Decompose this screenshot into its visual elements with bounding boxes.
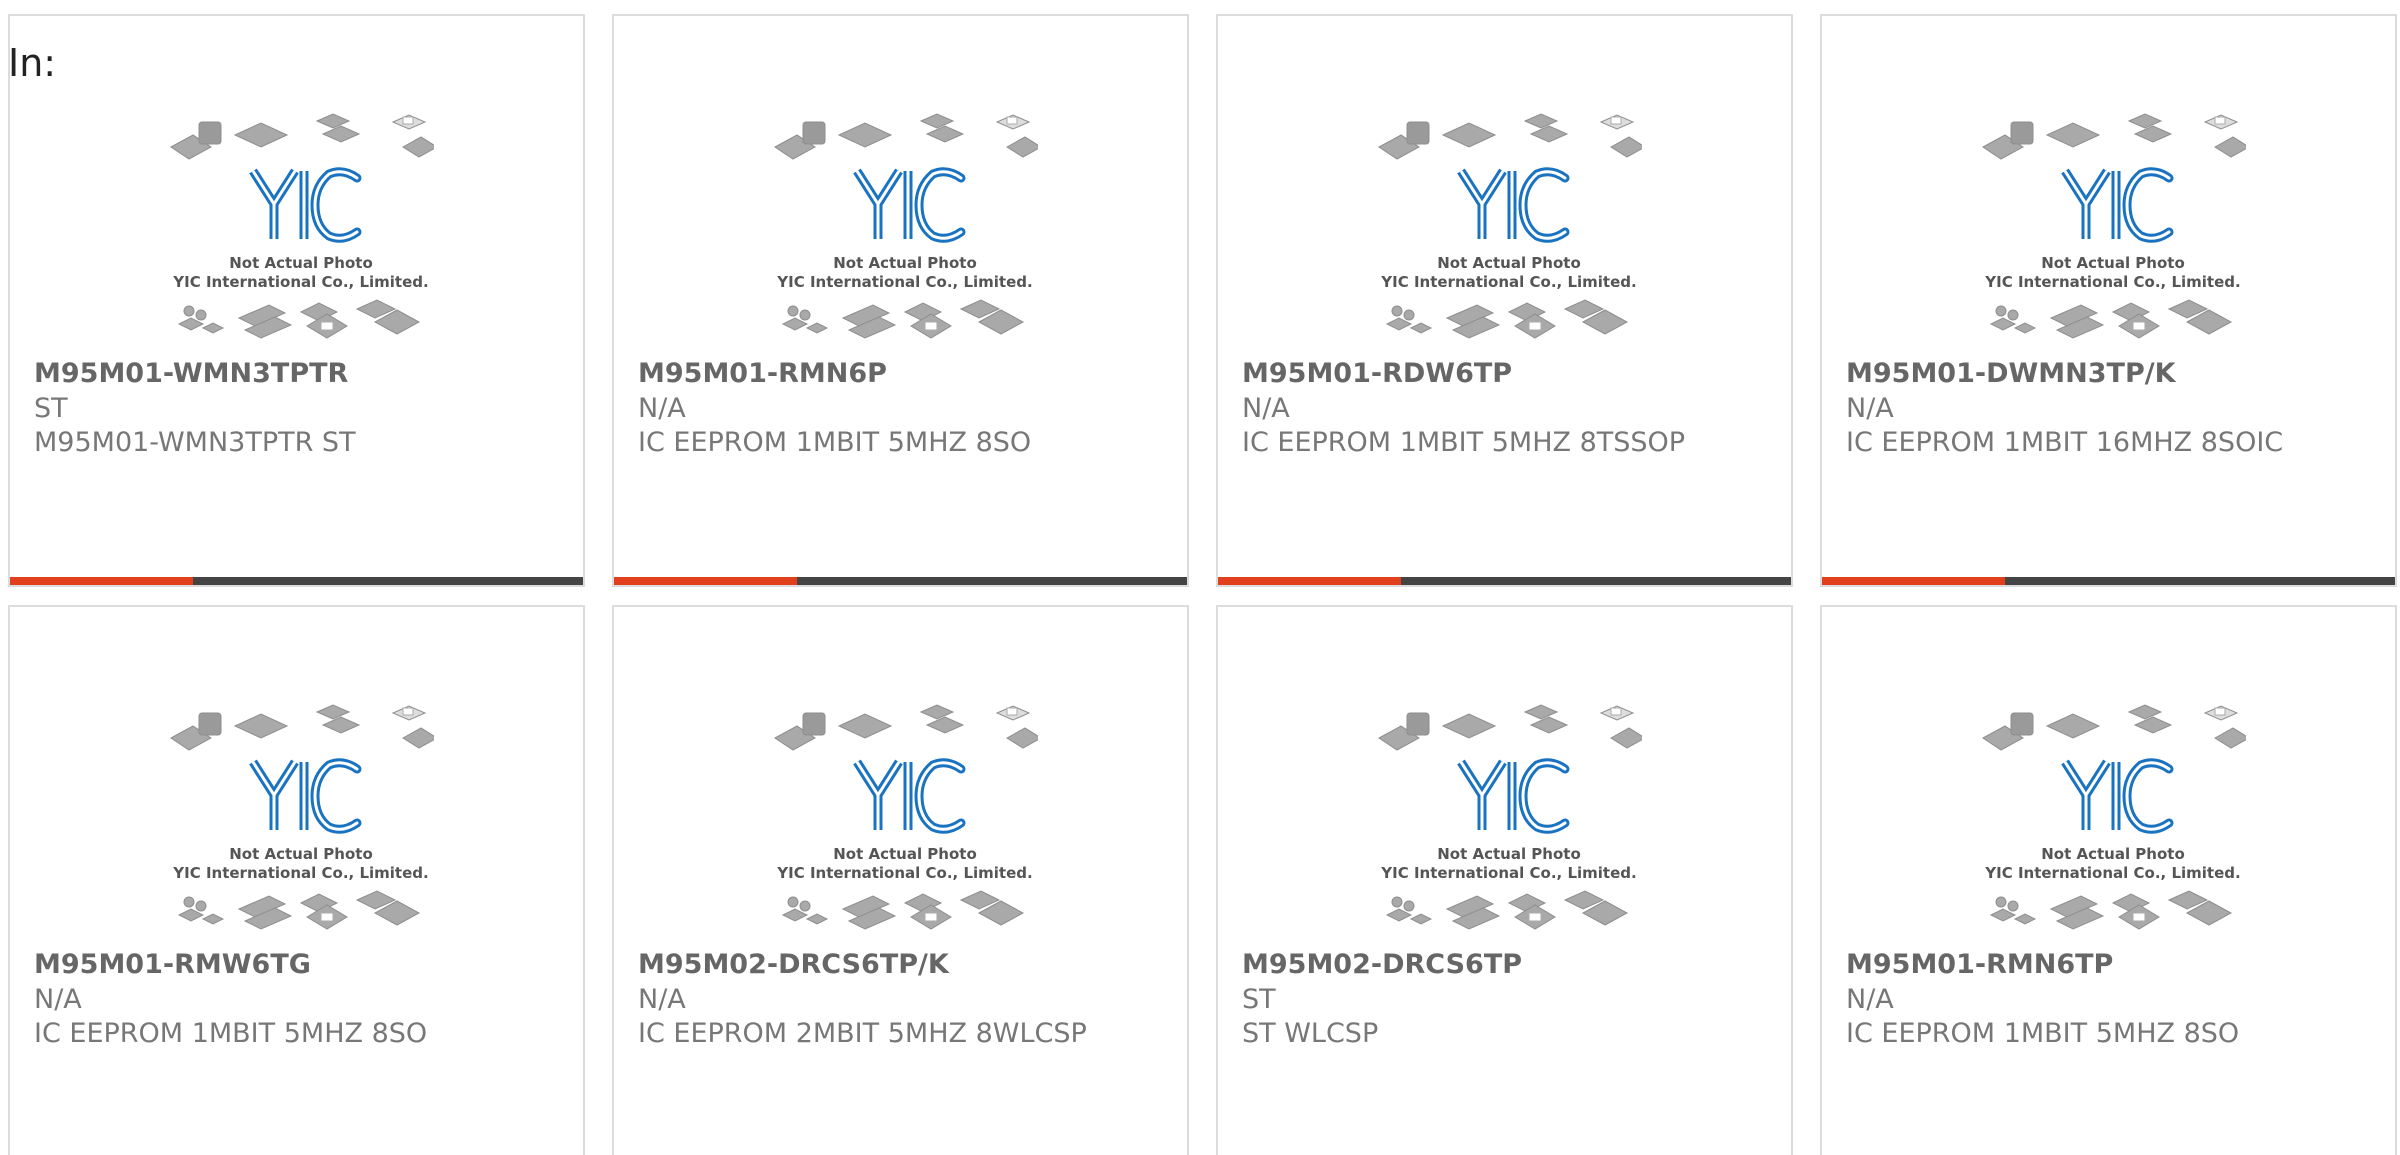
placeholder-image-icon: Not Actual Photo YIC International Co., … <box>1378 704 1642 930</box>
placeholder-caption: Not Actual Photo <box>229 254 373 272</box>
yic-logo-icon <box>2061 758 2174 834</box>
card-bottom-bar <box>1822 577 2395 585</box>
yic-logo-icon <box>1457 167 1570 243</box>
placeholder-image-icon: Not Actual Photo YIC International Co., … <box>1982 704 2246 930</box>
product-description: IC EEPROM 2MBIT 5MHZ 8WLCSP <box>638 1018 1087 1049</box>
product-brand: N/A <box>638 984 686 1015</box>
placeholder-company: YIC International Co., Limited. <box>1380 864 1636 882</box>
product-card[interactable]: Not Actual Photo YIC International Co., … <box>1216 605 1793 1155</box>
yic-logo-icon <box>249 758 362 834</box>
product-brand: N/A <box>1846 984 1894 1015</box>
placeholder-image-icon: Not Actual Photo YIC International Co., … <box>774 113 1038 339</box>
product-brand: N/A <box>638 393 686 424</box>
card-bottom-bar <box>1218 577 1791 585</box>
placeholder-image-icon: Not Actual Photo YIC International Co., … <box>774 704 1038 930</box>
product-image[interactable]: Not Actual Photo YIC International Co., … <box>773 104 1038 354</box>
product-image[interactable]: Not Actual Photo YIC International Co., … <box>773 695 1038 945</box>
placeholder-company: YIC International Co., Limited. <box>776 273 1032 291</box>
product-description: IC EEPROM 1MBIT 5MHZ 8SO <box>1846 1018 2240 1049</box>
product-part-number[interactable]: M95M01-RMN6TP <box>1846 949 2113 980</box>
placeholder-company: YIC International Co., Limited. <box>172 864 428 882</box>
product-card[interactable]: Not Actual Photo YIC International Co., … <box>612 14 1189 587</box>
product-brand: N/A <box>1242 393 1290 424</box>
yic-logo-icon <box>2061 167 2174 243</box>
placeholder-caption: Not Actual Photo <box>1437 254 1581 272</box>
placeholder-caption: Not Actual Photo <box>2041 254 2185 272</box>
product-image[interactable]: Not Actual Photo YIC International Co., … <box>1981 695 2246 945</box>
placeholder-company: YIC International Co., Limited. <box>172 273 428 291</box>
product-card[interactable]: Not Actual Photo YIC International Co., … <box>8 605 585 1155</box>
yic-logo-icon <box>853 167 966 243</box>
product-card[interactable]: Not Actual Photo YIC International Co., … <box>612 605 1189 1155</box>
product-brand: ST <box>1242 984 1276 1015</box>
card-bottom-bar <box>10 577 583 585</box>
product-image[interactable]: Not Actual Photo YIC International Co., … <box>1377 695 1642 945</box>
product-description: IC EEPROM 1MBIT 16MHZ 8SOIC <box>1846 427 2284 458</box>
product-image[interactable]: Not Actual Photo YIC International Co., … <box>1377 104 1642 354</box>
product-part-number[interactable]: M95M01-WMN3TPTR <box>34 358 348 389</box>
yic-logo-icon <box>853 758 966 834</box>
product-brand: N/A <box>1846 393 1894 424</box>
card-accent-bar <box>1218 577 1401 585</box>
yic-logo-icon <box>249 167 362 243</box>
product-description: IC EEPROM 1MBIT 5MHZ 8SO <box>34 1018 428 1049</box>
card-bottom-bar <box>614 577 1187 585</box>
product-part-number[interactable]: M95M01-RMN6P <box>638 358 887 389</box>
product-brand: N/A <box>34 984 82 1015</box>
product-part-number[interactable]: M95M01-RDW6TP <box>1242 358 1512 389</box>
product-part-number[interactable]: M95M02-DRCS6TP <box>1242 949 1522 980</box>
product-part-number[interactable]: M95M01-DWMN3TP/K <box>1846 358 2176 389</box>
placeholder-image-icon: Not Actual Photo YIC International Co., … <box>170 113 434 339</box>
product-image[interactable]: Not Actual Photo YIC International Co., … <box>1981 104 2246 354</box>
card-accent-bar <box>1822 577 2005 585</box>
placeholder-image-icon: Not Actual Photo YIC International Co., … <box>170 704 434 930</box>
filter-label: In: <box>8 41 57 85</box>
product-image[interactable]: Not Actual Photo YIC International Co., … <box>169 695 434 945</box>
product-description: IC EEPROM 1MBIT 5MHZ 8TSSOP <box>1242 427 1686 458</box>
placeholder-company: YIC International Co., Limited. <box>776 864 1032 882</box>
product-image[interactable]: Not Actual Photo YIC International Co., … <box>169 104 434 354</box>
placeholder-caption: Not Actual Photo <box>1437 845 1581 863</box>
product-part-number[interactable]: M95M02-DRCS6TP/K <box>638 949 949 980</box>
product-grid-page: In: Not Actual Photo YIC International C… <box>0 0 2400 1155</box>
placeholder-company: YIC International Co., Limited. <box>1380 273 1636 291</box>
product-card[interactable]: Not Actual Photo YIC International Co., … <box>1820 605 2397 1155</box>
placeholder-caption: Not Actual Photo <box>229 845 373 863</box>
product-description: M95M01-WMN3TPTR ST <box>34 427 356 458</box>
product-card[interactable]: Not Actual Photo YIC International Co., … <box>8 14 585 587</box>
placeholder-caption: Not Actual Photo <box>2041 845 2185 863</box>
placeholder-image-icon: Not Actual Photo YIC International Co., … <box>1378 113 1642 339</box>
product-part-number[interactable]: M95M01-RMW6TG <box>34 949 311 980</box>
placeholder-image-icon: Not Actual Photo YIC International Co., … <box>1982 113 2246 339</box>
product-card[interactable]: Not Actual Photo YIC International Co., … <box>1820 14 2397 587</box>
placeholder-caption: Not Actual Photo <box>833 845 977 863</box>
placeholder-company: YIC International Co., Limited. <box>1984 864 2240 882</box>
yic-logo-icon <box>1457 758 1570 834</box>
placeholder-company: YIC International Co., Limited. <box>1984 273 2240 291</box>
product-card[interactable]: Not Actual Photo YIC International Co., … <box>1216 14 1793 587</box>
card-accent-bar <box>614 577 797 585</box>
product-description: IC EEPROM 1MBIT 5MHZ 8SO <box>638 427 1032 458</box>
card-accent-bar <box>10 577 193 585</box>
product-brand: ST <box>34 393 68 424</box>
product-description: ST WLCSP <box>1242 1018 1379 1049</box>
placeholder-caption: Not Actual Photo <box>833 254 977 272</box>
